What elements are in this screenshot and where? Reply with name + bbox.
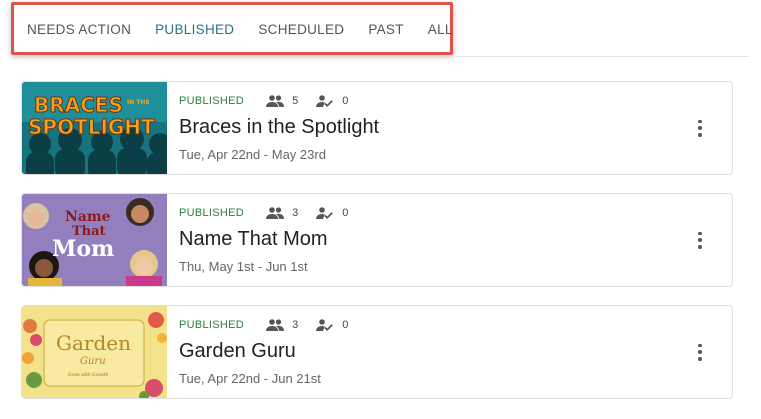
tab-past[interactable]: PAST bbox=[356, 8, 415, 52]
event-card-garden-guru[interactable]: Garden Guru Grow with Growth PUBLISHED 3… bbox=[21, 305, 733, 399]
tabs-divider bbox=[455, 56, 749, 57]
event-card-braces[interactable]: BRACES IN THE SPOTLIGHT PUBLISHED 5 0 Br… bbox=[21, 81, 733, 175]
event-card-name-that-mom[interactable]: Name That Mom PUBLISHED 3 0 Name That Mo… bbox=[21, 193, 733, 287]
thumb-text-small: Grow with Growth bbox=[68, 372, 109, 378]
event-dates: Thu, May 1st - Jun 1st bbox=[179, 259, 308, 274]
event-thumbnail: Garden Guru Grow with Growth bbox=[22, 306, 167, 398]
tab-published[interactable]: PUBLISHED bbox=[143, 8, 246, 52]
participants-value: 3 bbox=[292, 319, 299, 331]
event-title[interactable]: Name That Mom bbox=[179, 228, 672, 251]
person-check-icon bbox=[316, 207, 334, 219]
tab-all[interactable]: ALL bbox=[416, 8, 465, 52]
participants-value: 3 bbox=[292, 207, 299, 219]
completed-count: 0 bbox=[316, 207, 348, 219]
more-vertical-icon[interactable] bbox=[690, 230, 710, 250]
event-dates: Tue, Apr 22nd - May 23rd bbox=[179, 147, 326, 162]
thumb-text-line2: Guru bbox=[80, 356, 106, 367]
thumb-text-line1: BRACES bbox=[34, 93, 123, 117]
status-badge: PUBLISHED bbox=[179, 95, 245, 107]
status-tabs: NEEDS ACTION PUBLISHED SCHEDULED PAST AL… bbox=[15, 8, 465, 52]
event-thumbnail: Name That Mom bbox=[22, 194, 167, 286]
completed-count: 0 bbox=[316, 95, 348, 107]
participants-value: 5 bbox=[292, 95, 299, 107]
status-badge: PUBLISHED bbox=[179, 319, 245, 331]
thumb-text-line3: Mom bbox=[52, 236, 114, 262]
event-dates: Tue, Apr 22nd - Jun 21st bbox=[179, 371, 321, 386]
thumb-text-line1: Name bbox=[65, 209, 111, 225]
completed-value: 0 bbox=[342, 207, 349, 219]
people-icon bbox=[266, 319, 285, 331]
completed-value: 0 bbox=[342, 319, 349, 331]
person-check-icon bbox=[316, 319, 334, 331]
participants-count: 5 bbox=[266, 95, 298, 107]
more-vertical-icon[interactable] bbox=[690, 342, 710, 362]
participants-count: 3 bbox=[266, 319, 298, 331]
people-icon bbox=[266, 207, 285, 219]
event-title[interactable]: Garden Guru bbox=[179, 340, 672, 363]
completed-value: 0 bbox=[342, 95, 349, 107]
person-check-icon bbox=[316, 95, 334, 107]
people-icon bbox=[266, 95, 285, 107]
status-badge: PUBLISHED bbox=[179, 207, 245, 219]
thumb-text-line1: Garden bbox=[56, 331, 131, 355]
event-thumbnail: BRACES IN THE SPOTLIGHT bbox=[22, 82, 167, 174]
completed-count: 0 bbox=[316, 319, 348, 331]
thumb-text-small: IN THE bbox=[127, 99, 150, 106]
more-vertical-icon[interactable] bbox=[690, 118, 710, 138]
thumb-text-line2: SPOTLIGHT bbox=[28, 115, 155, 139]
tab-needs-action[interactable]: NEEDS ACTION bbox=[15, 8, 143, 52]
tab-scheduled[interactable]: SCHEDULED bbox=[246, 8, 356, 52]
participants-count: 3 bbox=[266, 207, 298, 219]
event-title[interactable]: Braces in the Spotlight bbox=[179, 116, 672, 139]
